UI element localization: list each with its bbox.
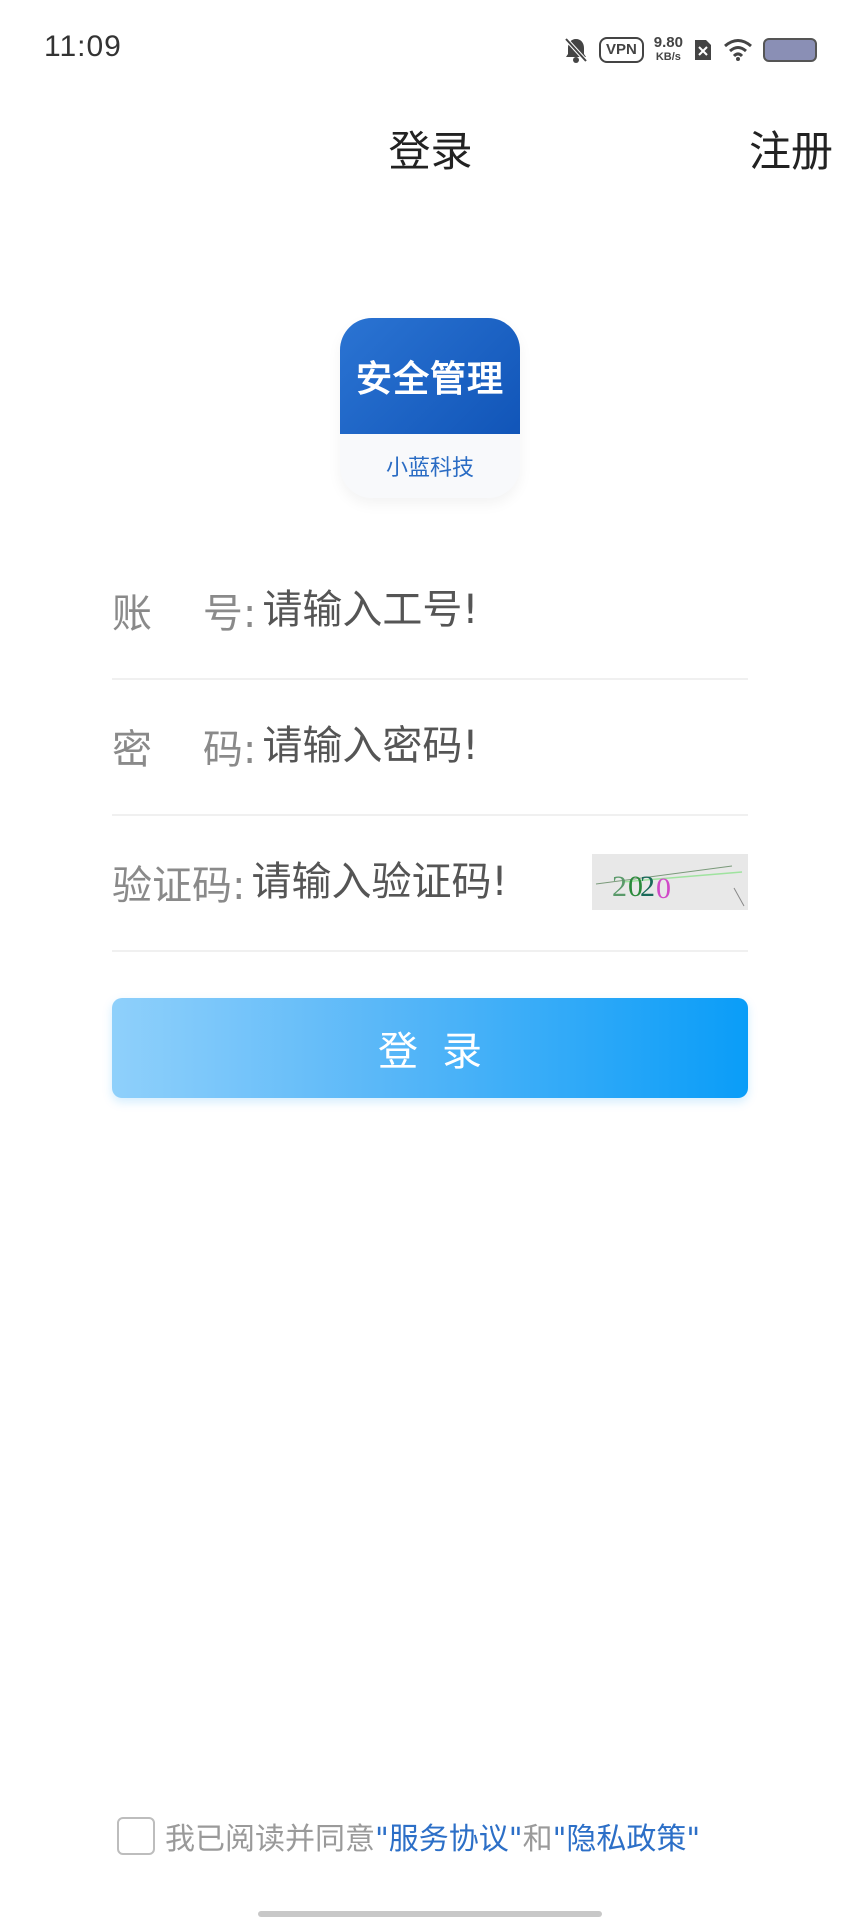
captcha-row: 验证码: 2 0 2 0 <box>112 814 748 952</box>
agreement-row: 我已阅读并同意 "服务协议" 和 "隐私政策" <box>117 1814 700 1858</box>
status-time: 11:09 <box>44 30 122 63</box>
page-title: 登录 <box>388 127 473 176</box>
agreement-conjunction: 和 <box>522 1822 553 1857</box>
net-speed-unit: KB/s <box>655 51 681 63</box>
app-logo: 安全管理 小蓝科技 <box>340 318 520 498</box>
net-speed: 9.80 KB/s <box>654 35 683 65</box>
battery-icon <box>763 38 817 62</box>
privacy-policy-link[interactable]: "隐私政策" <box>553 1814 701 1858</box>
logo-subtitle: 小蓝科技 <box>340 434 520 498</box>
agreement-prefix: 我已阅读并同意 <box>165 1822 375 1857</box>
account-label: 账 号: <box>112 591 257 637</box>
login-button[interactable]: 登录 <box>112 998 748 1098</box>
status-bar: 11:09 VPN 9.80 KB/s <box>0 0 861 100</box>
logo-title: 安全管理 <box>340 318 520 434</box>
wifi-icon <box>723 38 753 62</box>
captcha-image[interactable]: 2 0 2 0 <box>592 854 748 910</box>
service-agreement-link[interactable]: "服务协议" <box>375 1814 523 1858</box>
bell-muted-icon <box>563 36 589 64</box>
no-sim-icon <box>693 38 713 62</box>
vpn-icon: VPN <box>598 37 644 63</box>
register-button[interactable]: 注册 <box>749 118 833 179</box>
net-speed-value: 9.80 <box>653 34 683 51</box>
password-row: 密 码: <box>112 678 748 816</box>
account-input[interactable] <box>256 587 748 633</box>
captcha-char-4: 0 <box>656 872 671 905</box>
password-label: 密 码: <box>112 727 257 773</box>
captcha-char-1: 2 <box>612 870 627 903</box>
home-indicator[interactable] <box>258 1911 602 1917</box>
captcha-input[interactable] <box>245 859 592 905</box>
account-row: 账 号: <box>112 542 748 680</box>
captcha-label: 验证码: <box>112 863 246 909</box>
captcha-char-3: 2 <box>640 870 655 903</box>
password-input[interactable] <box>256 723 748 769</box>
status-icons: VPN 9.80 KB/s <box>563 32 817 68</box>
agreement-checkbox[interactable] <box>117 1817 155 1855</box>
